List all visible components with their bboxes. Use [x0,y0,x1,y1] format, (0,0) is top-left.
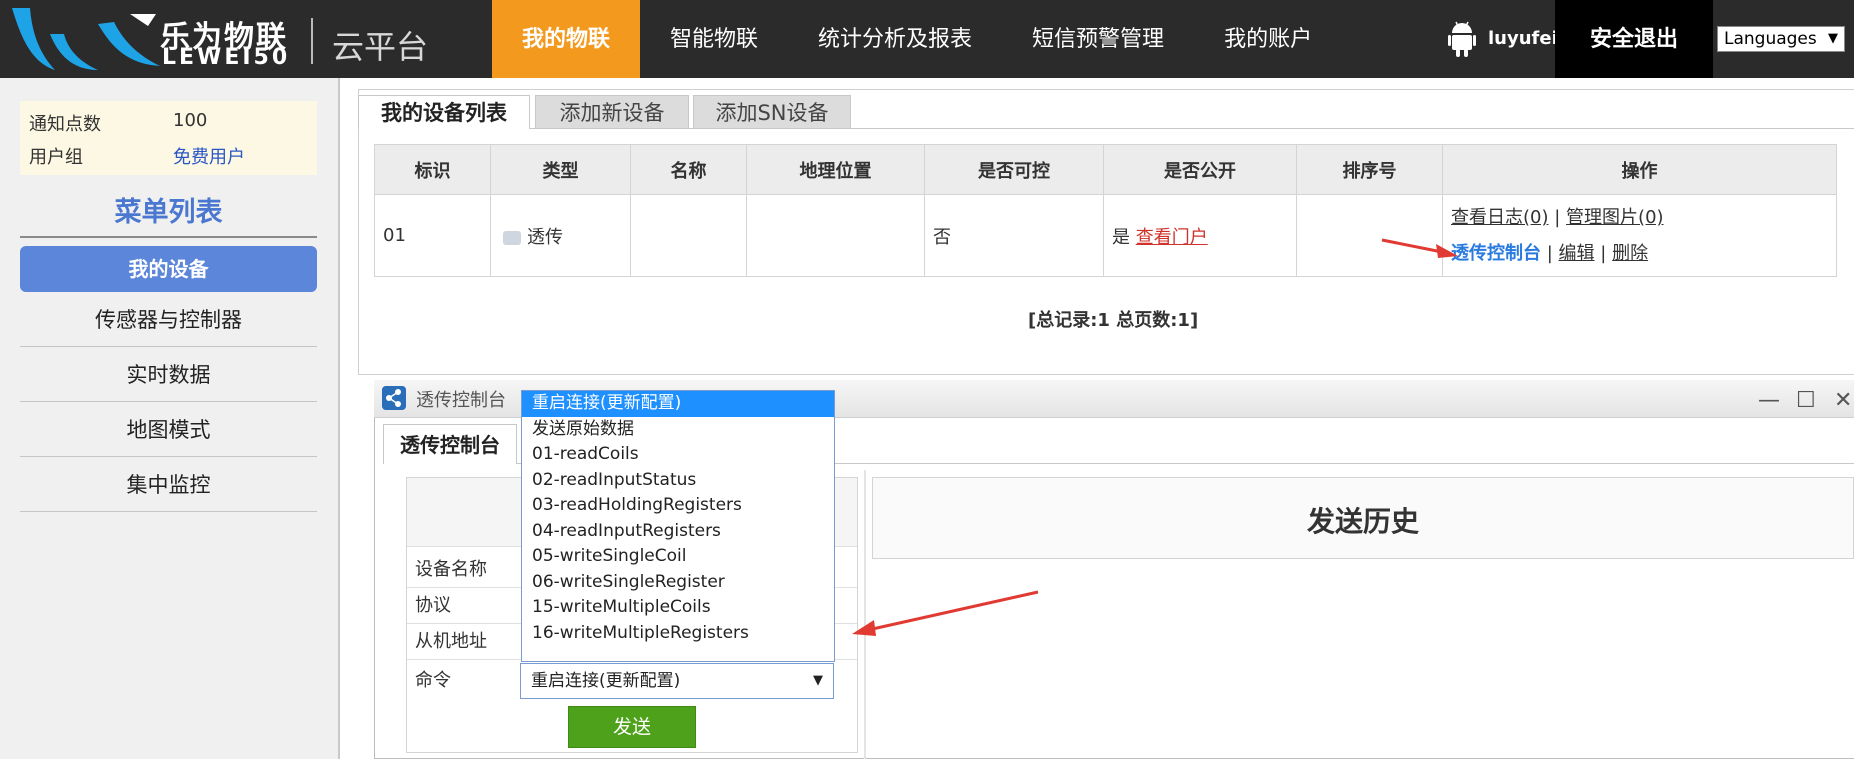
chevron-down-icon: ▼ [1828,31,1838,46]
cell-actions: 查看日志(0) | 管理图片(0) 透传控制台 | 编辑 | 删除 [1442,194,1837,277]
col-type: 类型 [490,144,631,195]
action-separator: | [1554,207,1561,228]
col-controllable: 是否可控 [924,144,1104,195]
logo-subtitle: 云平台 [332,28,429,66]
col-name: 名称 [630,144,747,195]
sidebar-item-my-devices[interactable]: 我的设备 [20,246,317,292]
nav-my-iot[interactable]: 我的物联 [492,0,641,78]
device-table: 标识 类型 名称 地理位置 是否可控 是否公开 排序号 操作 01 透传 否 是… [374,144,1837,277]
actions-line-1: 查看日志(0) | 管理图片(0) [1451,200,1835,236]
action-separator: | [1600,243,1607,264]
passthrough-icon [503,230,521,245]
col-sort: 排序号 [1296,144,1443,195]
menu-title: 菜单列表 [114,197,223,228]
logout-button[interactable]: 安全退出 [1555,0,1713,78]
dropdown-option[interactable]: 15-writeMultipleCoils [522,595,834,621]
col-id: 标识 [374,144,491,195]
main-nav: 我的物联 智能物联 统计分析及报表 短信预警管理 我的账户 [492,0,1342,78]
tab-add-sn-device[interactable]: 添加SN设备 [693,95,851,129]
share-icon [382,386,406,410]
delete-link[interactable]: 删除 [1612,243,1648,264]
dropdown-option[interactable]: 02-readInputStatus [522,468,834,494]
user-group-link[interactable]: 免费用户 [173,143,245,169]
command-dropdown-list: 重启连接(更新配置) 发送原始数据 01-readCoils 02-readIn… [521,390,835,662]
nav-my-account[interactable]: 我的账户 [1194,0,1342,78]
nav-smart-iot[interactable]: 智能物联 [640,0,788,78]
sidebar-item-monitor[interactable]: 集中监控 [20,458,317,512]
dropdown-option[interactable]: 发送原始数据 [522,417,834,443]
view-portal-link[interactable]: 查看门户 [1136,227,1208,248]
language-select-value: Languages [1724,29,1817,49]
send-history-title: 发送历史 [1306,505,1419,538]
tab-device-list[interactable]: 我的设备列表 [358,95,530,129]
user-group-label: 用户组 [29,147,83,168]
command-select-value: 重启连接(更新配置) [531,671,681,691]
cell-controllable: 否 [924,194,1104,277]
tabs-underline [530,128,1854,129]
annotation-arrow-icon [1381,238,1458,258]
view-log-link[interactable]: 查看日志(0) [1451,207,1549,228]
logo-english-text: LEWEI50 [162,45,291,70]
logo-separator [311,18,313,64]
passthrough-console-link[interactable]: 透传控制台 [1451,243,1541,264]
edit-link[interactable]: 编辑 [1559,243,1595,264]
cell-public: 是 查看门户 [1103,194,1297,277]
nav-statistics[interactable]: 统计分析及报表 [788,0,1002,78]
record-summary: [总记录:1 总页数:1] [1028,310,1199,331]
minimize-icon[interactable]: — [1758,388,1780,413]
sidebar-item-map[interactable]: 地图模式 [20,403,317,457]
cell-name [630,194,747,277]
maximize-icon[interactable]: ☐ [1796,388,1816,413]
android-icon[interactable] [1448,20,1476,58]
dropdown-option[interactable]: 03-readHoldingRegisters [522,493,834,519]
cell-location [746,194,925,277]
dropdown-option[interactable]: 01-readCoils [522,442,834,468]
notice-points-label: 通知点数 [29,114,101,135]
public-value: 是 [1112,226,1130,248]
dropdown-option[interactable]: 16-writeMultipleRegisters [522,621,834,647]
col-actions: 操作 [1442,144,1837,195]
dropdown-option[interactable]: 04-readInputRegisters [522,519,834,545]
dropdown-option[interactable]: 06-writeSingleRegister [522,570,834,596]
tab-console[interactable]: 透传控制台 [383,424,517,464]
dropdown-option[interactable]: 重启连接(更新配置) [522,391,834,417]
send-button[interactable]: 发送 [568,706,696,748]
sidebar-item-realtime[interactable]: 实时数据 [20,348,317,402]
cell-type: 透传 [490,194,631,277]
cell-id: 01 [374,194,491,277]
menu-divider [20,236,317,238]
manage-images-link[interactable]: 管理图片(0) [1566,207,1664,228]
sidebar-item-sensors[interactable]: 传感器与控制器 [20,293,317,347]
table-header-row: 标识 类型 名称 地理位置 是否可控 是否公开 排序号 操作 [374,144,1837,195]
dropdown-option[interactable]: 05-writeSingleCoil [522,544,834,570]
notice-points-value: 100 [173,110,208,131]
nav-sms-alerts[interactable]: 短信预警管理 [1002,0,1194,78]
language-select[interactable]: Languages ▼ [1717,26,1845,52]
col-public: 是否公开 [1103,144,1297,195]
username[interactable]: luyufei [1488,28,1558,49]
col-location: 地理位置 [746,144,925,195]
chevron-down-icon: ▼ [813,673,823,688]
command-select[interactable]: 重启连接(更新配置) ▼ [520,663,834,699]
console-window-title: 透传控制台 [416,390,506,411]
tab-add-device[interactable]: 添加新设备 [535,95,689,129]
table-row: 01 透传 否 是 查看门户 查看日志(0) | 管理图片(0) 透传控制台 |… [374,194,1837,277]
action-separator: | [1546,243,1553,264]
annotation-arrow-icon [852,590,1039,636]
actions-line-2: 透传控制台 | 编辑 | 删除 [1451,236,1835,272]
close-icon[interactable]: ✕ [1834,388,1852,413]
type-value: 透传 [527,226,563,248]
